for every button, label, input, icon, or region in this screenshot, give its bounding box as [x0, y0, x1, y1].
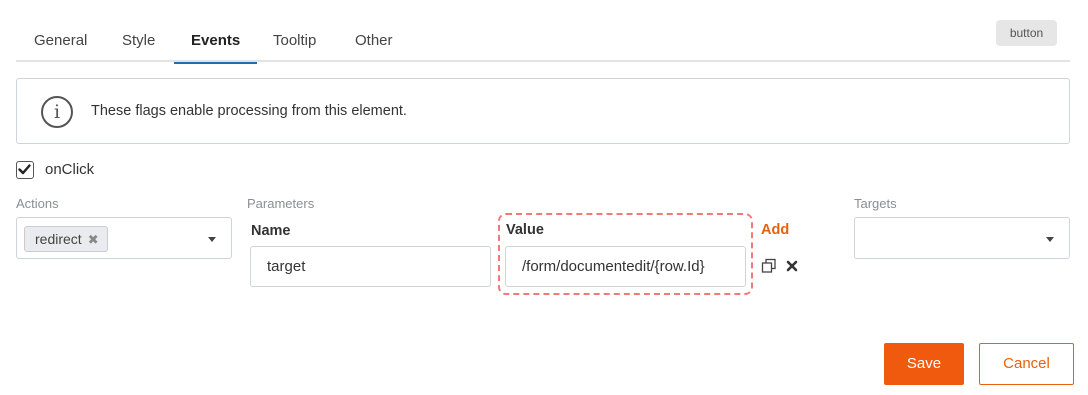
- checkmark-icon: [18, 164, 31, 175]
- param-name-input[interactable]: target: [250, 246, 491, 287]
- actions-label: Actions: [16, 196, 59, 211]
- onclick-checkbox[interactable]: [16, 161, 34, 179]
- action-chip-redirect: redirect ✖: [24, 226, 108, 252]
- param-value-input[interactable]: /form/documentedit/{row.Id}: [505, 246, 746, 287]
- action-chip-label: redirect: [35, 231, 82, 247]
- delete-icon[interactable]: [785, 259, 799, 273]
- info-text: These flags enable processing from this …: [91, 103, 407, 119]
- onclick-label: onClick: [45, 161, 95, 178]
- parameters-label: Parameters: [247, 196, 315, 211]
- add-parameter-link[interactable]: Add: [761, 222, 789, 238]
- targets-select[interactable]: [854, 217, 1070, 259]
- chip-remove-icon[interactable]: ✖: [88, 232, 99, 247]
- tab-general[interactable]: General: [17, 20, 104, 62]
- actions-select[interactable]: redirect ✖: [16, 217, 232, 259]
- tab-bar: General Style Events Tooltip Other: [16, 20, 1070, 64]
- chevron-down-icon: [208, 237, 216, 242]
- element-type-badge: button: [996, 20, 1057, 46]
- tab-tooltip[interactable]: Tooltip: [256, 20, 333, 62]
- chevron-down-icon: [1046, 237, 1054, 242]
- name-column-header: Name: [251, 223, 291, 239]
- tab-style[interactable]: Style: [105, 20, 172, 62]
- tab-other[interactable]: Other: [338, 20, 410, 62]
- targets-label: Targets: [854, 196, 897, 211]
- info-circle-icon: i: [41, 96, 73, 128]
- info-box: i These flags enable processing from thi…: [16, 78, 1070, 144]
- save-button[interactable]: Save: [884, 343, 964, 385]
- cancel-button[interactable]: Cancel: [979, 343, 1074, 385]
- copy-icon[interactable]: [761, 258, 777, 274]
- tab-events[interactable]: Events: [174, 20, 258, 64]
